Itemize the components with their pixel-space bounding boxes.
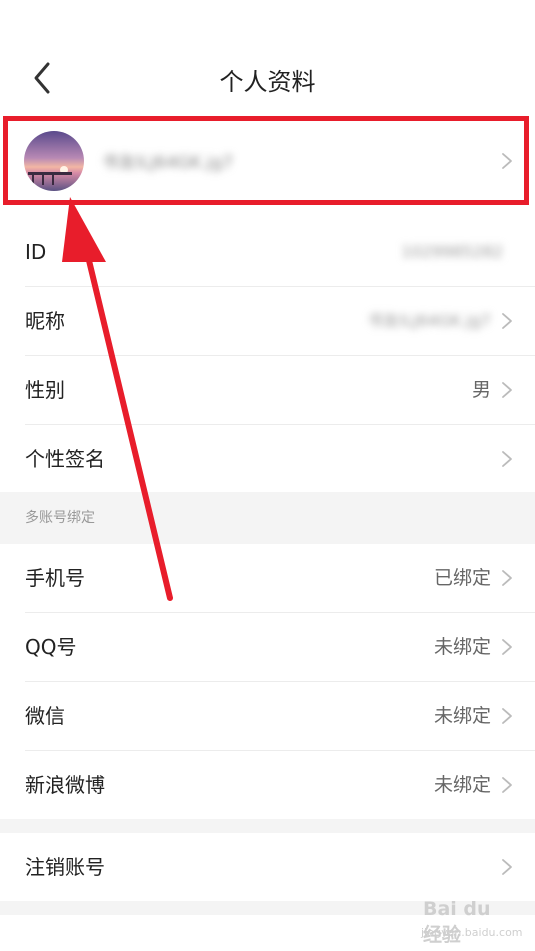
phone-label: 手机号 [25,566,85,590]
phone-binding-row[interactable]: 手机号 已绑定 [0,544,535,612]
watermark-url: jingyan.baidu.com [421,926,523,939]
qq-label: QQ号 [25,635,77,659]
qq-binding-row[interactable]: QQ号 未绑定 [0,613,535,681]
id-label: ID [25,240,47,264]
phone-status: 已绑定 [433,567,491,589]
watermark-brand: Bai du 经验 [423,898,491,946]
top-bar: 个人资料 [0,0,535,112]
id-value: 1029985282 [401,242,503,261]
wechat-binding-row[interactable]: 微信 未绑定 [0,682,535,750]
chevron-right-icon [502,382,512,398]
nickname-label: 昵称 [25,309,65,333]
profile-name-blurred: 书友ILJ64GK.jg7 [102,153,234,173]
page-title: 个人资料 [219,68,316,96]
chevron-right-icon [502,777,512,793]
chevron-right-icon [502,451,512,467]
chevron-right-icon [502,708,512,724]
avatar-row[interactable]: 书友ILJ64GK.jg7 [0,118,535,208]
weibo-label: 新浪微博 [25,773,105,797]
gender-row[interactable]: 性别 男 [0,356,535,424]
avatar[interactable] [24,131,84,191]
section-gap [0,819,535,833]
section-header-multi-account: 多账号绑定 [0,492,535,544]
chevron-right-icon [502,313,512,329]
chevron-right-icon [502,639,512,655]
nickname-value: 书友ILJ64GK.jg7 [367,311,491,330]
id-row: ID 1029985282 [0,218,535,286]
chevron-right-icon [502,859,512,875]
section-title: 多账号绑定 [25,510,95,526]
signature-row[interactable]: 个性签名 [0,425,535,493]
qq-status: 未绑定 [433,636,491,658]
wechat-label: 微信 [25,704,65,728]
baidu-jingyan-watermark: Bai du 经验 jingyan.baidu.com [417,890,523,946]
avatar-image [24,131,84,191]
gender-label: 性别 [25,378,65,402]
chevron-right-icon [502,570,512,586]
gender-value: 男 [471,379,491,401]
weibo-status: 未绑定 [433,774,491,796]
nickname-row[interactable]: 昵称 书友ILJ64GK.jg7 [0,287,535,355]
spacer [0,208,535,218]
signature-label: 个性签名 [25,447,105,471]
weibo-binding-row[interactable]: 新浪微博 未绑定 [0,751,535,819]
deactivate-account-label: 注销账号 [25,855,105,879]
chevron-right-icon [502,153,512,169]
wechat-status: 未绑定 [433,705,491,727]
